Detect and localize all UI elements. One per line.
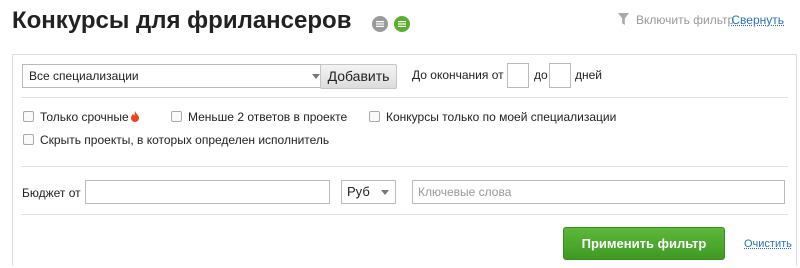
apply-filter-button[interactable]: Применить фильтр [563, 227, 725, 260]
few-answers-checkbox[interactable]: Меньше 2 ответов в проекте [171, 110, 347, 124]
deadline-from-label: До окончания от [412, 68, 504, 82]
divider [21, 97, 788, 98]
keywords-input[interactable]: Ключевые слова [412, 180, 785, 204]
currency-select[interactable]: Руб [341, 180, 396, 204]
fire-icon [130, 111, 139, 122]
add-specialization-button[interactable]: Добавить [320, 64, 397, 89]
checkbox-box[interactable] [171, 111, 182, 122]
enable-filter-label: Включить фильтр [636, 13, 735, 27]
enable-filter-toggle[interactable]: Включить фильтр [618, 12, 734, 28]
clear-link[interactable]: Очистить [744, 238, 792, 250]
filter-panel: Все специализации Добавить До окончания … [12, 54, 797, 266]
chevron-down-icon [381, 190, 389, 195]
page-header: Конкурсы для фрилансеров Включить фильтр… [12, 6, 790, 40]
page-title: Конкурсы для фрилансеров [12, 7, 352, 34]
list-icon[interactable] [372, 16, 388, 32]
budget-label: Бюджет от [22, 186, 81, 200]
chevron-down-icon [312, 74, 320, 79]
divider [21, 214, 788, 215]
urgent-only-checkbox[interactable]: Только срочные [23, 110, 139, 124]
checkbox-box[interactable] [23, 134, 34, 145]
specialization-value: Все специализации [29, 69, 139, 83]
specialization-select[interactable]: Все специализации [22, 64, 328, 88]
deadline-from-input[interactable] [507, 63, 529, 88]
currency-value: Руб [347, 184, 370, 199]
few-answers-label: Меньше 2 ответов в проекте [188, 110, 348, 124]
funnel-icon [618, 13, 629, 25]
budget-input[interactable] [85, 180, 330, 204]
hide-assigned-checkbox[interactable]: Скрыть проекты, в которых определен испо… [23, 133, 329, 147]
divider [21, 166, 788, 167]
deadline-to-input[interactable] [549, 63, 571, 88]
my-specialization-label: Конкурсы только по моей специализации [386, 110, 617, 124]
days-label: дней [575, 68, 603, 82]
list-icon[interactable] [394, 16, 410, 32]
my-specialization-checkbox[interactable]: Конкурсы только по моей специализации [369, 110, 616, 124]
collapse-link[interactable]: Свернуть [731, 12, 784, 28]
urgent-only-label: Только срочные [40, 110, 129, 124]
checkbox-box[interactable] [369, 111, 380, 122]
checkbox-box[interactable] [23, 111, 34, 122]
hide-assigned-label: Скрыть проекты, в которых определен испо… [40, 133, 330, 147]
deadline-to-label: до [534, 68, 548, 82]
